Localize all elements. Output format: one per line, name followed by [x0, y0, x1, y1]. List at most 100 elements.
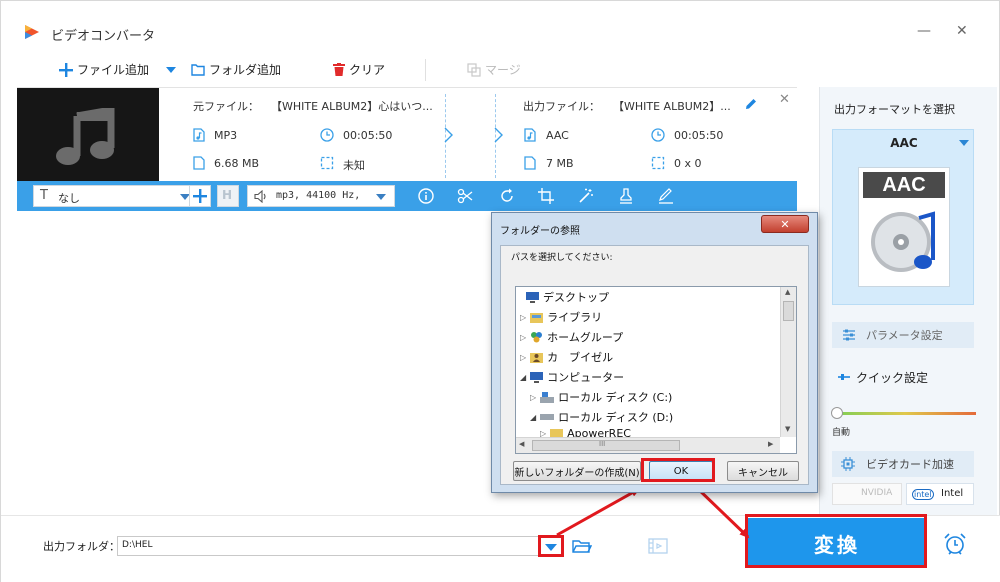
convert-highlight-box — [745, 514, 927, 568]
subtitle-select[interactable]: T なし — [33, 185, 197, 207]
clear-button[interactable]: クリア — [333, 61, 385, 78]
parameter-settings-button[interactable]: パラメータ設定 — [832, 322, 974, 348]
file-thumbnail[interactable] — [17, 88, 159, 182]
dialog-close-button[interactable]: ✕ — [761, 215, 809, 233]
open-folder-icon[interactable] — [572, 538, 592, 554]
file-size-icon — [524, 156, 536, 170]
tree-item-computer[interactable]: ◢ コンピューター — [520, 369, 624, 385]
new-folder-button[interactable]: 新しいフォルダーの作成(N) — [513, 461, 641, 481]
horizontal-scrollbar[interactable]: ◀ III ▶ — [516, 437, 780, 453]
add-subtitle-button[interactable] — [189, 185, 211, 207]
source-size: 6.68 MB — [214, 157, 260, 170]
effects-wand-icon[interactable] — [578, 188, 594, 204]
quick-settings-label: クイック設定 — [856, 371, 929, 385]
tree-item-desktop[interactable]: デスクトップ — [526, 289, 609, 305]
tree-expander[interactable]: ▷ — [520, 313, 526, 322]
add-file-button[interactable]: ファイル追加 — [59, 61, 149, 78]
merge-output-icon[interactable] — [648, 538, 668, 554]
hardsub-button[interactable]: H — [217, 185, 239, 207]
info-icon[interactable] — [418, 188, 434, 204]
scroll-right-icon[interactable]: ▶ — [768, 440, 773, 448]
audio-file-icon — [193, 128, 205, 142]
crop-icon[interactable] — [538, 188, 554, 204]
plus-icon — [193, 189, 207, 203]
watermark-stamp-icon[interactable] — [618, 188, 634, 204]
chevron-down-icon — [959, 140, 969, 146]
h-scrollbar-thumb[interactable]: III — [532, 440, 680, 451]
chip-icon — [841, 457, 855, 471]
tree-item-label: ライブラリ — [547, 311, 603, 324]
scroll-left-icon[interactable]: ◀ — [519, 440, 524, 448]
scroll-up-icon[interactable]: ▲ — [785, 288, 790, 296]
format-selector[interactable]: AAC AAC — [832, 129, 974, 305]
vertical-scrollbar[interactable]: ▲ ▼ — [780, 287, 796, 437]
tree-item-label: ホームグループ — [547, 331, 624, 344]
gpu-accel-label: ビデオカード加速 — [866, 458, 954, 471]
scroll-down-icon[interactable]: ▼ — [785, 425, 790, 433]
subtitle-edit-icon[interactable] — [658, 188, 674, 204]
folder-browse-dialog: フォルダーの参照 ✕ パスを選択してください: デスクトップ ▷ ライブラリ ▷ — [491, 212, 818, 493]
output-folder-input[interactable]: D:\HEL — [117, 536, 545, 556]
quality-slider-track[interactable] — [834, 412, 976, 415]
remove-file-button[interactable]: ✕ — [779, 92, 790, 107]
file-options-bar: T なし H mp3, 44100 Hz, — [17, 181, 797, 211]
tree-item-label: カ ブイゼル — [547, 351, 614, 364]
folder-tree[interactable]: デスクトップ ▷ ライブラリ ▷ ホームグループ ▷ カ ブイゼル ◢ コンピュ… — [515, 286, 797, 454]
add-folder-button[interactable]: フォルダ追加 — [191, 61, 281, 78]
minimize-button[interactable]: — — [917, 23, 931, 39]
source-label: 元ファイル： — [193, 100, 259, 113]
dialog-body: パスを選択してください: デスクトップ ▷ ライブラリ ▷ ホームグループ ▷ … — [500, 245, 809, 485]
format-panel-heading: 出力フォーマットを選択 — [834, 103, 955, 116]
tree-item-drive-d[interactable]: ◢ ローカル ディスク (D:) — [530, 409, 673, 425]
app-window: ビデオコンバータ — ✕ ファイル追加 フォルダ追加 クリア マージ 元ファイル… — [0, 0, 1000, 582]
tree-expander[interactable]: ▷ — [530, 393, 536, 402]
audio-track-select[interactable]: mp3, 44100 Hz, — [247, 185, 395, 207]
close-window-button[interactable]: ✕ — [956, 23, 968, 39]
text-icon: T — [40, 188, 48, 203]
edit-pencil-icon[interactable] — [744, 97, 758, 111]
chevron-down-icon — [376, 194, 386, 200]
tree-expander[interactable]: ▷ — [520, 333, 526, 342]
tree-item-libraries[interactable]: ▷ ライブラリ — [520, 309, 602, 325]
tree-item-drive-c[interactable]: ▷ ローカル ディスク (C:) — [530, 389, 672, 405]
library-icon — [530, 312, 544, 323]
music-note-icon — [56, 108, 115, 165]
drive-icon — [540, 414, 555, 420]
format-icon-text: AAC — [882, 174, 926, 196]
dialog-prompt: パスを選択してください: — [511, 253, 613, 263]
scrollbar-thumb[interactable] — [783, 301, 794, 321]
cancel-button[interactable]: キャンセル — [727, 461, 799, 481]
tree-expander[interactable]: ◢ — [530, 413, 536, 422]
tree-expander[interactable]: ▷ — [540, 429, 546, 437]
tree-expander[interactable]: ▷ — [520, 353, 526, 362]
sliders-icon — [843, 329, 855, 341]
add-file-dropdown-icon[interactable] — [166, 67, 176, 73]
tree-expander[interactable]: ◢ — [520, 373, 526, 382]
tree-item-homegroup[interactable]: ▷ ホームグループ — [520, 329, 623, 345]
intel-label: Intel — [941, 488, 964, 499]
nvidia-button[interactable]: NVIDIA — [832, 483, 902, 505]
alarm-clock-icon[interactable] — [943, 532, 967, 556]
output-resolution: 0 x 0 — [674, 157, 702, 170]
tree-item-label: ローカル ディスク (D:) — [558, 411, 674, 424]
trash-icon — [333, 63, 345, 76]
title-bar: ビデオコンバータ — ✕ — [1, 1, 1000, 51]
nvidia-label: NVIDIA — [861, 488, 893, 498]
desktop-icon — [526, 291, 539, 303]
quality-slider-handle[interactable] — [831, 407, 843, 419]
audio-track-value: mp3, 44100 Hz, — [276, 190, 361, 201]
folder-icon — [191, 64, 205, 76]
file-item[interactable]: 元ファイル： 【WHITE ALBUM2】心はいつ... MP3 00:05:5… — [17, 87, 797, 182]
merge-button[interactable]: マージ — [467, 61, 521, 78]
folder-icon — [550, 429, 564, 437]
gpu-accel-button[interactable]: ビデオカード加速 — [832, 451, 974, 477]
tree-item-apowerrec[interactable]: ▷ ApowerREC — [540, 429, 631, 437]
new-folder-label: 新しいフォルダーの作成(N) — [514, 467, 640, 479]
scissors-icon[interactable] — [457, 188, 473, 204]
source-duration: 00:05:50 — [343, 129, 393, 142]
intel-button[interactable]: intel Intel — [906, 483, 974, 505]
output-path-value: D:\HEL — [122, 540, 153, 550]
subtitle-value: なし — [58, 192, 80, 205]
rotate-icon[interactable] — [499, 188, 515, 204]
tree-item-user[interactable]: ▷ カ ブイゼル — [520, 349, 613, 365]
